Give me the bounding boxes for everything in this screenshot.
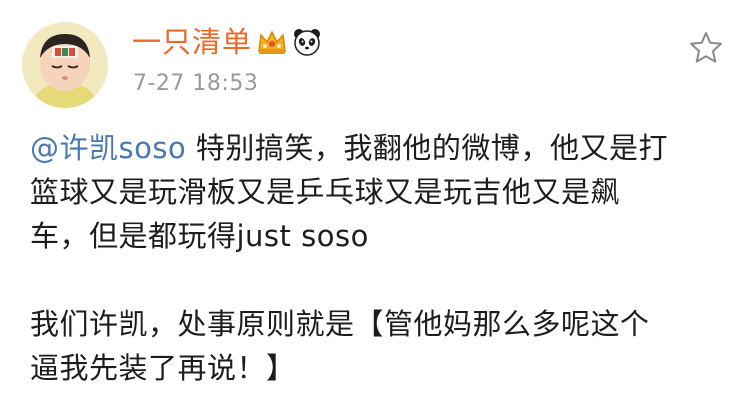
- user-mention-link[interactable]: @许凯soso: [30, 131, 186, 165]
- author-name[interactable]: 一只清单: [132, 24, 252, 60]
- weibo-post-card: 一只清单 7-27 18:53 @许凯soso 特别搞笑，我翻他的微博，他又是打…: [0, 0, 750, 401]
- author-avatar[interactable]: [22, 22, 108, 108]
- paragraph-1-text: 特别搞笑，我翻他的微博，他又是打: [186, 131, 668, 165]
- paragraph-2-line-2: 逼我先装了再说！】: [30, 351, 296, 385]
- author-badges: [256, 27, 322, 57]
- star-outline-icon: [690, 32, 722, 63]
- paragraph-1-line-3: 车，但是都玩得just soso: [30, 219, 369, 253]
- post-content: @许凯soso 特别搞笑，我翻他的微博，他又是打 篮球又是玩滑板又是乒乓球又是玩…: [30, 126, 730, 390]
- post-timestamp: 7-27 18:53: [133, 71, 259, 96]
- favorite-button[interactable]: [688, 30, 724, 66]
- paragraph-1-line-1: @许凯soso 特别搞笑，我翻他的微博，他又是打: [30, 126, 730, 170]
- panda-badge-icon: [294, 29, 320, 56]
- paragraph-2-line-1: 我们许凯，处事原则就是【管他妈那么多呢这个: [30, 307, 650, 341]
- paragraph-1-line-2: 篮球又是玩滑板又是乒乓球又是玩吉他又是飙: [30, 175, 621, 209]
- crown-badge-icon: [258, 30, 286, 54]
